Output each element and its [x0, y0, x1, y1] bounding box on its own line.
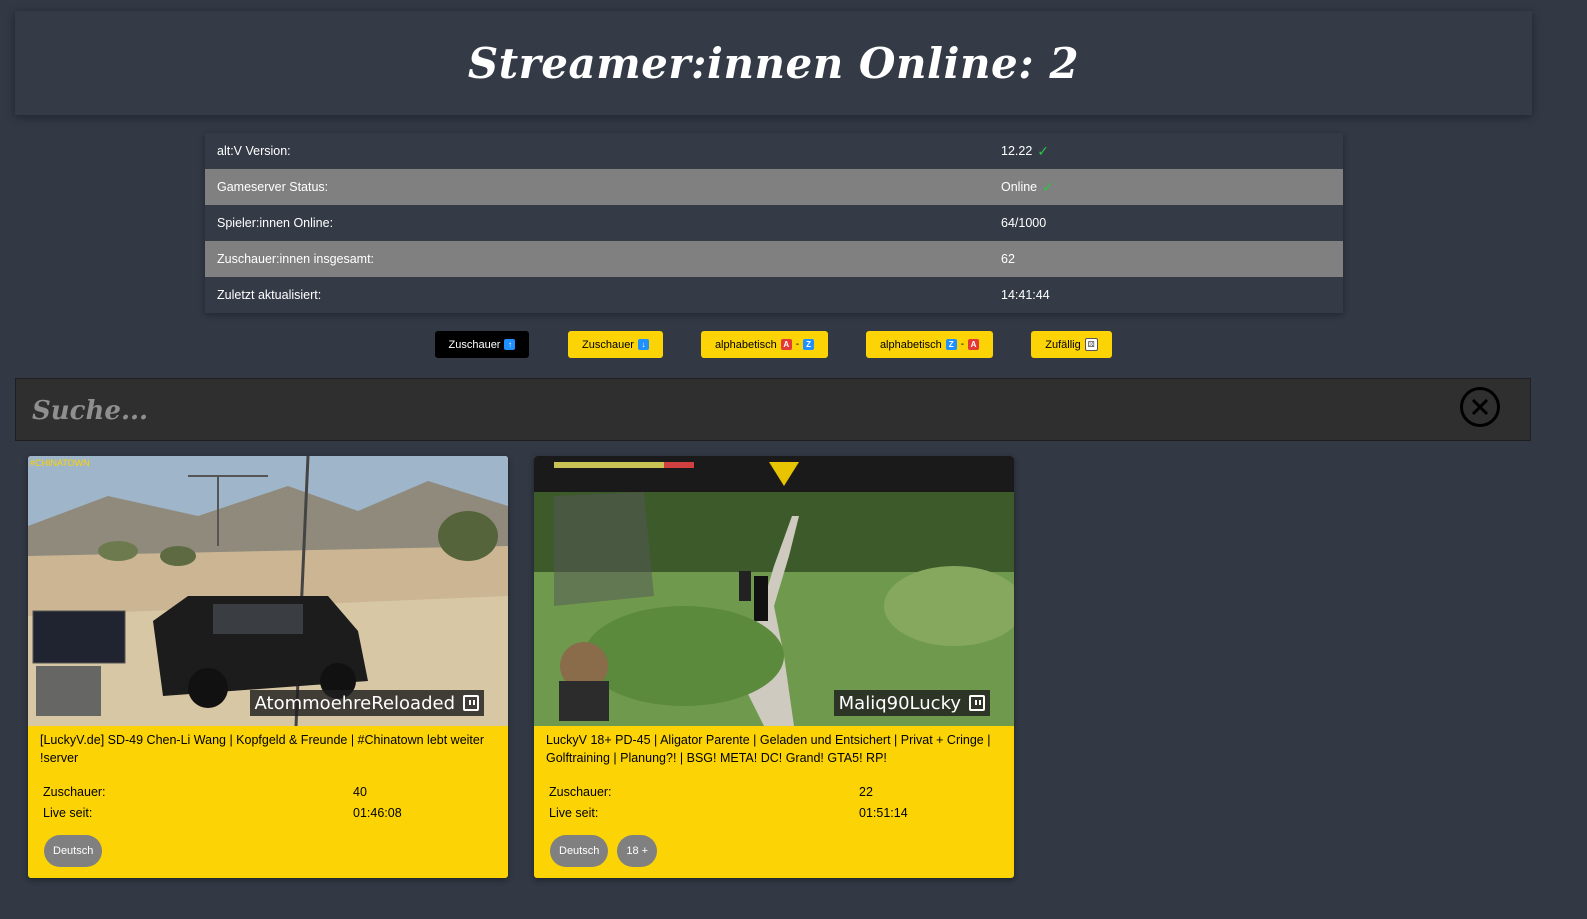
clear-search-button[interactable]	[1460, 387, 1500, 427]
page-header: Streamer:innen Online: 2	[15, 11, 1532, 115]
status-label: Spieler:innen Online:	[217, 216, 334, 230]
stream-preview-image: #CHINATOWN	[28, 456, 508, 726]
letter-z-icon: Z	[803, 339, 815, 350]
search-input[interactable]	[30, 389, 1434, 433]
status-value: 14:41:44	[1001, 288, 1050, 302]
status-row-viewers-total: Zuschauer:innen insgesamt: 62	[205, 241, 1343, 277]
sort-toolbar: Zuschauer ↑ Zuschauer ↓ alphabetisch A-Z…	[0, 331, 1587, 358]
stream-preview-image	[534, 456, 1014, 726]
status-row-last-updated: Zuletzt aktualisiert: 14:41:44	[205, 277, 1343, 313]
stream-card[interactable]: #CHINATOWN AtommoehreReloaded [LuckyV.de…	[28, 456, 508, 878]
stream-title: LuckyV 18+ PD-45 | Aligator Parente | Ge…	[546, 733, 991, 765]
arrow-down-icon: ↓	[637, 339, 649, 350]
status-value: 62	[1001, 252, 1015, 266]
status-value: Online	[1001, 180, 1038, 194]
viewer-count: 40	[353, 784, 367, 799]
sort-random-button[interactable]: Zufällig ⚄	[1031, 331, 1112, 358]
tag-language[interactable]: Deutsch	[550, 835, 609, 867]
checkmark-icon: ✓	[1037, 142, 1050, 159]
close-icon	[1471, 398, 1489, 416]
sort-alpha-az-button[interactable]: alphabetisch A-Z	[701, 331, 828, 358]
status-row-players: Spieler:innen Online: 64/1000	[205, 205, 1343, 241]
status-row-gameserver: Gameserver Status: Online ✓	[205, 169, 1343, 205]
status-label: Zuschauer:innen insgesamt:	[217, 252, 375, 266]
status-label: Zuletzt aktualisiert:	[217, 288, 322, 302]
stream-title: [LuckyV.de] SD-49 Chen-Li Wang | Kopfgel…	[40, 733, 485, 765]
search-bar	[15, 378, 1531, 441]
dice-icon: ⚄	[1084, 338, 1098, 351]
viewers-row: Zuschauer: 22	[549, 784, 873, 799]
status-row-altv-version: alt:V Version: 12.22 ✓	[205, 133, 1343, 169]
streamer-name: Maliq90Lucky	[838, 692, 961, 714]
sort-viewers-asc-button[interactable]: Zuschauer ↑	[435, 331, 529, 358]
stream-thumbnail[interactable]: Maliq90Lucky	[534, 456, 1014, 726]
live-duration: 01:51:14	[859, 805, 908, 820]
letter-a-icon: A	[780, 339, 792, 350]
viewer-count: 22	[859, 784, 873, 799]
tag-language[interactable]: Deutsch	[44, 835, 103, 867]
viewers-row: Zuschauer: 40	[43, 784, 367, 799]
page-title: Streamer:innen Online: 2	[467, 38, 1080, 88]
twitch-icon	[463, 695, 479, 711]
status-value: 12.22	[1001, 144, 1033, 158]
live-since-row: Live seit: 01:51:14	[549, 805, 908, 820]
live-duration: 01:46:08	[353, 805, 402, 820]
letter-z-icon: Z	[945, 339, 957, 350]
checkmark-icon: ✓	[1042, 178, 1054, 195]
streamer-name-badge: Maliq90Lucky	[833, 690, 990, 716]
live-since-row: Live seit: 01:46:08	[43, 805, 402, 820]
tag-list: Deutsch	[28, 835, 508, 867]
arrow-up-icon: ↑	[504, 339, 516, 350]
server-status-table: alt:V Version: 12.22 ✓ Gameserver Status:…	[205, 133, 1343, 313]
stream-card[interactable]: Maliq90Lucky LuckyV 18+ PD-45 | Aligator…	[534, 456, 1014, 878]
streamer-name-badge: AtommoehreReloaded	[249, 690, 484, 716]
status-value: 64/1000	[1001, 216, 1047, 230]
tag-age-rating[interactable]: 18 +	[617, 835, 658, 867]
status-label: Gameserver Status:	[217, 180, 329, 194]
overlay-hashtag: #CHINATOWN	[30, 458, 90, 468]
sort-alpha-za-button[interactable]: alphabetisch Z-A	[866, 331, 993, 358]
status-label: alt:V Version:	[217, 144, 291, 158]
twitch-icon	[969, 695, 985, 711]
streamer-name: AtommoehreReloaded	[254, 692, 455, 714]
letter-a-icon: A	[968, 339, 980, 350]
stream-thumbnail[interactable]: #CHINATOWN AtommoehreReloaded	[28, 456, 508, 726]
tag-list: Deutsch 18 +	[534, 835, 1014, 867]
sort-viewers-desc-button[interactable]: Zuschauer ↓	[568, 331, 663, 358]
